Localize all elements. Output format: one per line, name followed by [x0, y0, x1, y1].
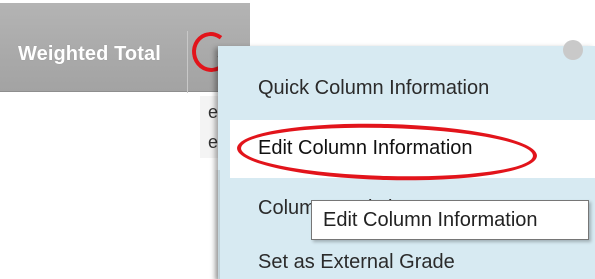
- column-divider: [187, 31, 188, 93]
- menu-shadow: [214, 170, 220, 279]
- tooltip-text: Edit Column Information: [323, 209, 538, 231]
- tooltip: Edit Column Information: [311, 200, 589, 240]
- menu-item-label: Set as External Grade: [258, 251, 455, 273]
- gradebook-screenshot: Weighted Total ⌄ e e Quick Column Inform…: [0, 0, 595, 279]
- column-header-title: Weighted Total: [18, 43, 161, 65]
- menu-item-quick-column-information[interactable]: Quick Column Information: [230, 60, 595, 118]
- menu-item-label: Quick Column Information: [258, 77, 490, 99]
- menu-item-set-as-external-grade[interactable]: Set as External Grade: [230, 234, 595, 279]
- menu-corner-handle: [563, 40, 583, 60]
